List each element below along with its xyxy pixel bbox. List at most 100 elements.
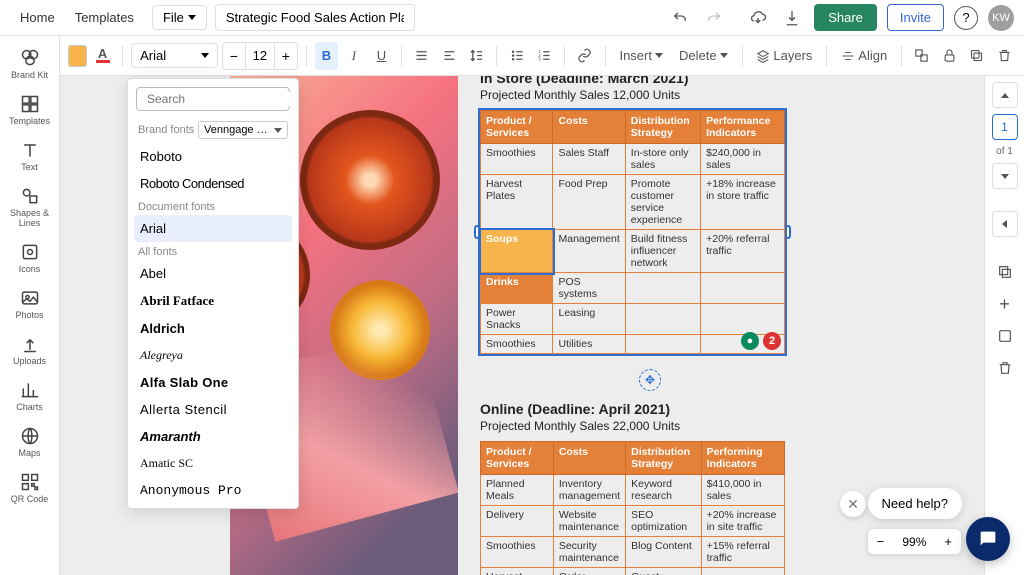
td[interactable]: Power Snacks	[481, 304, 553, 335]
font-option[interactable]: Amatic SC	[128, 450, 298, 477]
td[interactable]: POS systems	[553, 273, 625, 304]
font-option[interactable]: Alfa Slab One	[128, 369, 298, 396]
scroll-up-button[interactable]	[992, 82, 1018, 108]
td[interactable]: Guest Posting	[626, 568, 701, 575]
scroll-down-button[interactable]	[992, 163, 1018, 189]
td[interactable]: Inventory management	[553, 475, 625, 506]
collapse-rail-button[interactable]	[992, 211, 1018, 237]
font-family-select[interactable]: Arial	[131, 43, 218, 68]
td[interactable]: Security maintenance	[553, 537, 625, 568]
td[interactable]: Website maintenance	[553, 506, 625, 537]
align-horizontal-icon[interactable]	[410, 42, 433, 70]
line-height-icon[interactable]	[465, 42, 488, 70]
td[interactable]: Drinks	[481, 273, 553, 304]
group-icon[interactable]	[910, 42, 933, 70]
font-option[interactable]: Roboto	[128, 143, 298, 170]
table-online[interactable]: Product / ServicesCostsDistribution Stra…	[480, 441, 785, 575]
brand-kit-select[interactable]: Venngage B…	[198, 121, 288, 139]
resize-handle-left[interactable]	[474, 225, 480, 239]
increase-size-button[interactable]: +	[275, 43, 297, 69]
font-option[interactable]: Abel	[128, 260, 298, 287]
td[interactable]: Sales Staff	[553, 144, 625, 175]
font-option[interactable]: Abril Fatface	[128, 287, 298, 315]
align-vertical-icon[interactable]	[438, 42, 461, 70]
td[interactable]: In-store only sales	[625, 144, 700, 175]
td[interactable]: Smoothies	[481, 144, 553, 175]
table-instore[interactable]: Product / ServicesCostsDistribution Stra…	[480, 110, 785, 354]
td[interactable]: Order management	[553, 568, 625, 575]
add-section-button[interactable]: ✥	[639, 369, 661, 391]
undo-icon[interactable]	[668, 6, 692, 30]
sidebar-icons[interactable]: Icons	[0, 236, 59, 280]
td[interactable]: Food Prep	[553, 175, 625, 230]
sidebar-charts[interactable]: Charts	[0, 374, 59, 418]
td[interactable]	[625, 335, 700, 354]
td[interactable]: +20% referral traffic	[701, 230, 785, 273]
menu-home[interactable]: Home	[10, 4, 65, 31]
td[interactable]: Delivery	[481, 506, 554, 537]
font-option[interactable]: Alegreya	[128, 342, 298, 369]
list-bullet-icon[interactable]	[505, 42, 528, 70]
copy-icon[interactable]	[965, 42, 988, 70]
add-page-button[interactable]: +	[992, 291, 1018, 317]
td[interactable]: Blog Content	[626, 537, 701, 568]
redo-icon[interactable]	[702, 6, 726, 30]
font-family-dropdown[interactable]: Brand fonts Venngage B… Roboto Roboto Co…	[127, 78, 299, 509]
td[interactable]: +20% increase in site traffic	[701, 506, 784, 537]
resize-handle-right[interactable]	[785, 225, 791, 239]
zoom-out-button[interactable]: −	[868, 529, 894, 554]
font-option-selected[interactable]: Arial	[134, 215, 292, 242]
td[interactable]	[701, 273, 785, 304]
font-search-input[interactable]	[147, 92, 299, 106]
underline-button[interactable]: U	[370, 42, 393, 70]
invite-button[interactable]: Invite	[887, 4, 944, 31]
font-option[interactable]: Roboto Condensed	[128, 170, 298, 197]
sidebar-brand-kit[interactable]: Brand Kit	[0, 42, 59, 86]
td-selected[interactable]: Soups	[481, 230, 553, 273]
fill-color-swatch[interactable]	[68, 45, 87, 67]
help-close-button[interactable]: ✕	[840, 491, 866, 517]
td[interactable]: +18% increase in store traffic	[701, 175, 785, 230]
sidebar-shapes[interactable]: Shapes & Lines	[0, 180, 59, 234]
italic-button[interactable]: I	[342, 42, 365, 70]
td[interactable]: Keyword research	[626, 475, 701, 506]
sidebar-qr[interactable]: QR Code	[0, 466, 59, 510]
trash-icon[interactable]	[993, 42, 1016, 70]
page-settings-button[interactable]	[992, 323, 1018, 349]
bold-button[interactable]: B	[315, 42, 338, 70]
td[interactable]: $410,000 in sales	[701, 475, 784, 506]
font-size-input[interactable]	[245, 43, 275, 69]
td[interactable]: Leasing	[553, 304, 625, 335]
link-icon[interactable]	[573, 42, 596, 70]
font-option[interactable]: Aldrich	[128, 315, 298, 342]
sidebar-text[interactable]: Text	[0, 134, 59, 178]
cloud-sync-icon[interactable]	[746, 6, 770, 30]
text-color-icon[interactable]: A	[91, 42, 114, 70]
menu-file[interactable]: File	[152, 5, 207, 30]
td[interactable]: Build fitness influencer network	[625, 230, 700, 273]
help-icon[interactable]: ?	[954, 6, 978, 30]
insert-menu[interactable]: Insert	[613, 44, 669, 67]
td[interactable]: SEO optimization	[626, 506, 701, 537]
page-number[interactable]: 1	[992, 114, 1018, 140]
td[interactable]: Promote customer service experience	[625, 175, 700, 230]
zoom-in-button[interactable]: +	[935, 529, 961, 554]
sidebar-uploads[interactable]: Uploads	[0, 328, 59, 372]
decrease-size-button[interactable]: −	[223, 43, 245, 69]
user-avatar[interactable]: KW	[988, 5, 1014, 31]
td[interactable]	[625, 273, 700, 304]
font-option[interactable]: Allerta Stencil	[128, 396, 298, 423]
font-option[interactable]: Anonymous Pro	[128, 477, 298, 504]
td[interactable]: Harvest Plates	[481, 568, 554, 575]
menu-templates[interactable]: Templates	[65, 4, 144, 31]
font-option[interactable]: Amaranth	[128, 423, 298, 450]
delete-page-button[interactable]	[992, 355, 1018, 381]
layers-menu[interactable]: Layers	[750, 44, 818, 67]
td[interactable]: $240,000 in sales	[701, 144, 785, 175]
copy-page-button[interactable]	[992, 259, 1018, 285]
td[interactable]: Utilities	[553, 335, 625, 354]
chat-fab[interactable]	[966, 517, 1010, 561]
td[interactable]: Harvest Plates	[481, 175, 553, 230]
document-title-input[interactable]	[215, 4, 415, 31]
sidebar-photos[interactable]: Photos	[0, 282, 59, 326]
